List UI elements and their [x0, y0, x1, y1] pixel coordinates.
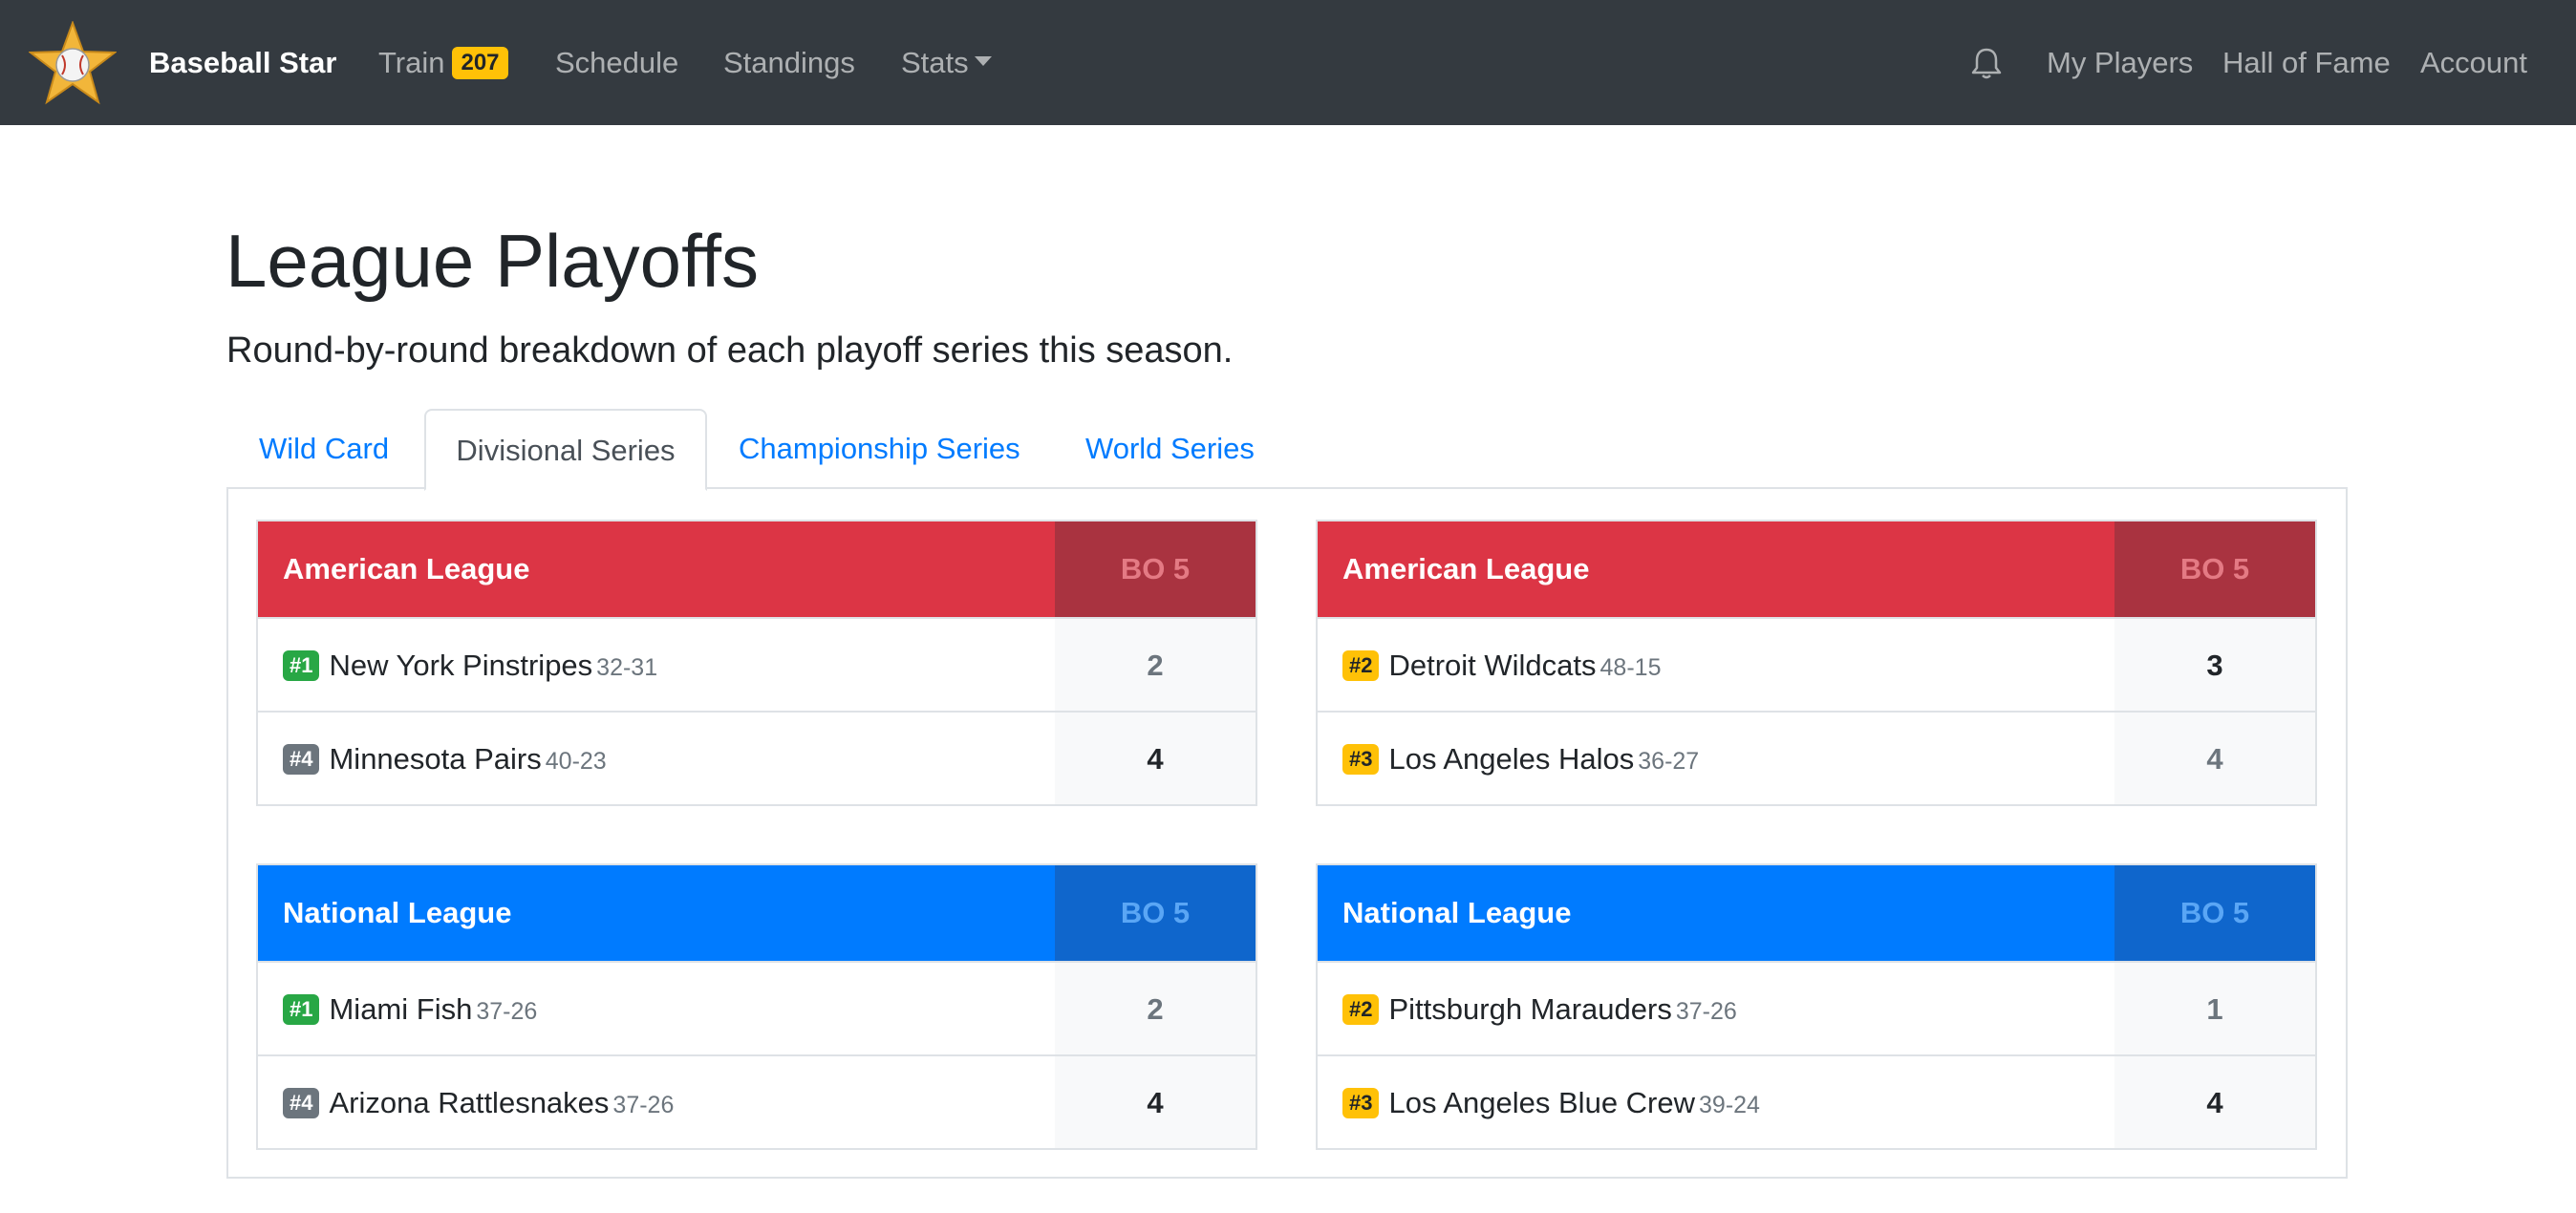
league-name: American League	[1342, 552, 1590, 585]
team-record: 32-31	[596, 654, 658, 681]
team-name[interactable]: Detroit Wildcats	[1388, 649, 1596, 682]
team-cell: #2 Detroit Wildcats 48-15	[1318, 619, 2114, 711]
series-card: American League BO 5 #2 Detroit Wildcats 4…	[1316, 520, 2317, 806]
series-wins: 4	[1055, 713, 1256, 804]
seed-badge: #1	[283, 994, 320, 1025]
team-record: 48-15	[1599, 654, 1662, 681]
team-row[interactable]: #4 Minnesota Pairs 40-23 4	[258, 711, 1256, 804]
series-format: BO 5	[1055, 521, 1256, 617]
series-header: American League BO 5	[258, 521, 1256, 617]
tab-divisional-series[interactable]: Divisional Series	[424, 409, 707, 491]
series-wins: 4	[2114, 1056, 2315, 1148]
tab-championship-series[interactable]: Championship Series	[739, 409, 1020, 489]
brand-name[interactable]: Baseball Star	[149, 0, 336, 125]
team-row[interactable]: #1 New York Pinstripes 32-31 2	[258, 617, 1256, 711]
team-row[interactable]: #2 Detroit Wildcats 48-15 3	[1318, 617, 2315, 711]
series-wins: 4	[1055, 1056, 1256, 1148]
seed-badge: #1	[283, 650, 320, 681]
series-wins: 4	[2114, 713, 2315, 804]
team-cell: #3 Los Angeles Blue Crew 39-24	[1318, 1056, 2114, 1148]
team-name[interactable]: Arizona Rattlesnakes	[329, 1086, 609, 1119]
nav-hall-of-fame[interactable]: Hall of Fame	[2222, 0, 2391, 125]
team-record: 36-27	[1638, 748, 1700, 775]
series-card: National League BO 5 #1 Miami Fish 37-26 2…	[256, 863, 1257, 1150]
seed-badge: #4	[283, 1088, 320, 1118]
team-cell: #2 Pittsburgh Marauders 37-26	[1318, 963, 2114, 1054]
tab-world-series[interactable]: World Series	[1085, 409, 1255, 489]
nav-standings[interactable]: Standings	[723, 0, 855, 125]
series-card: National League BO 5 #2 Pittsburgh Maraud…	[1316, 863, 2317, 1150]
series-format: BO 5	[1055, 865, 1256, 961]
page-lead: Round-by-round breakdown of each playoff…	[226, 330, 1234, 371]
page-title: League Playoffs	[225, 219, 759, 303]
series-card: American League BO 5 #1 New York Pinstrip…	[256, 520, 1257, 806]
tab-wild-card[interactable]: Wild Card	[259, 409, 389, 489]
team-name[interactable]: Pittsburgh Marauders	[1388, 992, 1671, 1026]
league-name: National League	[283, 896, 512, 929]
caret-down-icon	[974, 56, 992, 66]
team-row[interactable]: #4 Arizona Rattlesnakes 37-26 4	[258, 1054, 1256, 1148]
seed-badge: #2	[1342, 650, 1380, 681]
round-tabs: Wild Card Divisional Series Championship…	[226, 409, 2348, 491]
league-name: American League	[283, 552, 530, 585]
nav-stats-label: Stats	[901, 46, 969, 79]
series-format: BO 5	[2114, 521, 2315, 617]
team-cell: #1 New York Pinstripes 32-31	[258, 619, 1055, 711]
team-row[interactable]: #1 Miami Fish 37-26 2	[258, 961, 1256, 1054]
team-record: 37-26	[476, 998, 538, 1025]
series-wins: 2	[1055, 619, 1256, 711]
nav-my-players[interactable]: My Players	[2047, 0, 2193, 125]
nav-stats-dropdown[interactable]: Stats	[901, 0, 992, 125]
bell-icon[interactable]	[1970, 46, 2003, 80]
team-row[interactable]: #3 Los Angeles Halos 36-27 4	[1318, 711, 2315, 804]
team-row[interactable]: #2 Pittsburgh Marauders 37-26 1	[1318, 961, 2315, 1054]
team-record: 40-23	[545, 748, 607, 775]
seed-badge: #3	[1342, 1088, 1380, 1118]
team-cell: #4 Minnesota Pairs 40-23	[258, 713, 1055, 804]
team-name[interactable]: New York Pinstripes	[329, 649, 592, 682]
series-format: BO 5	[2114, 865, 2315, 961]
train-count-badge: 207	[452, 47, 508, 79]
baseball-star-icon[interactable]	[29, 21, 117, 105]
team-cell: #1 Miami Fish 37-26	[258, 963, 1055, 1054]
team-name[interactable]: Los Angeles Blue Crew	[1388, 1086, 1695, 1119]
series-wins: 3	[2114, 619, 2315, 711]
series-header: American League BO 5	[1318, 521, 2315, 617]
team-row[interactable]: #3 Los Angeles Blue Crew 39-24 4	[1318, 1054, 2315, 1148]
team-name[interactable]: Minnesota Pairs	[329, 742, 541, 776]
nav-schedule[interactable]: Schedule	[555, 0, 678, 125]
series-wins: 2	[1055, 963, 1256, 1054]
league-name: National League	[1342, 896, 1572, 929]
team-name[interactable]: Miami Fish	[329, 992, 472, 1026]
series-header: National League BO 5	[1318, 865, 2315, 961]
team-record: 39-24	[1699, 1092, 1760, 1118]
nav-account[interactable]: Account	[2420, 0, 2527, 125]
seed-badge: #2	[1342, 994, 1380, 1025]
team-record: 37-26	[612, 1092, 675, 1118]
nav-train[interactable]: Train 207	[378, 0, 508, 125]
seed-badge: #4	[283, 744, 320, 775]
series-header: National League BO 5	[258, 865, 1256, 961]
team-record: 37-26	[1675, 998, 1737, 1025]
team-cell: #3 Los Angeles Halos 36-27	[1318, 713, 2114, 804]
seed-badge: #3	[1342, 744, 1380, 775]
nav-train-label: Train	[378, 46, 445, 79]
top-navbar: Baseball Star Train 207 Schedule Standing…	[0, 0, 2576, 125]
team-cell: #4 Arizona Rattlesnakes 37-26	[258, 1056, 1055, 1148]
series-wins: 1	[2114, 963, 2315, 1054]
team-name[interactable]: Los Angeles Halos	[1388, 742, 1634, 776]
